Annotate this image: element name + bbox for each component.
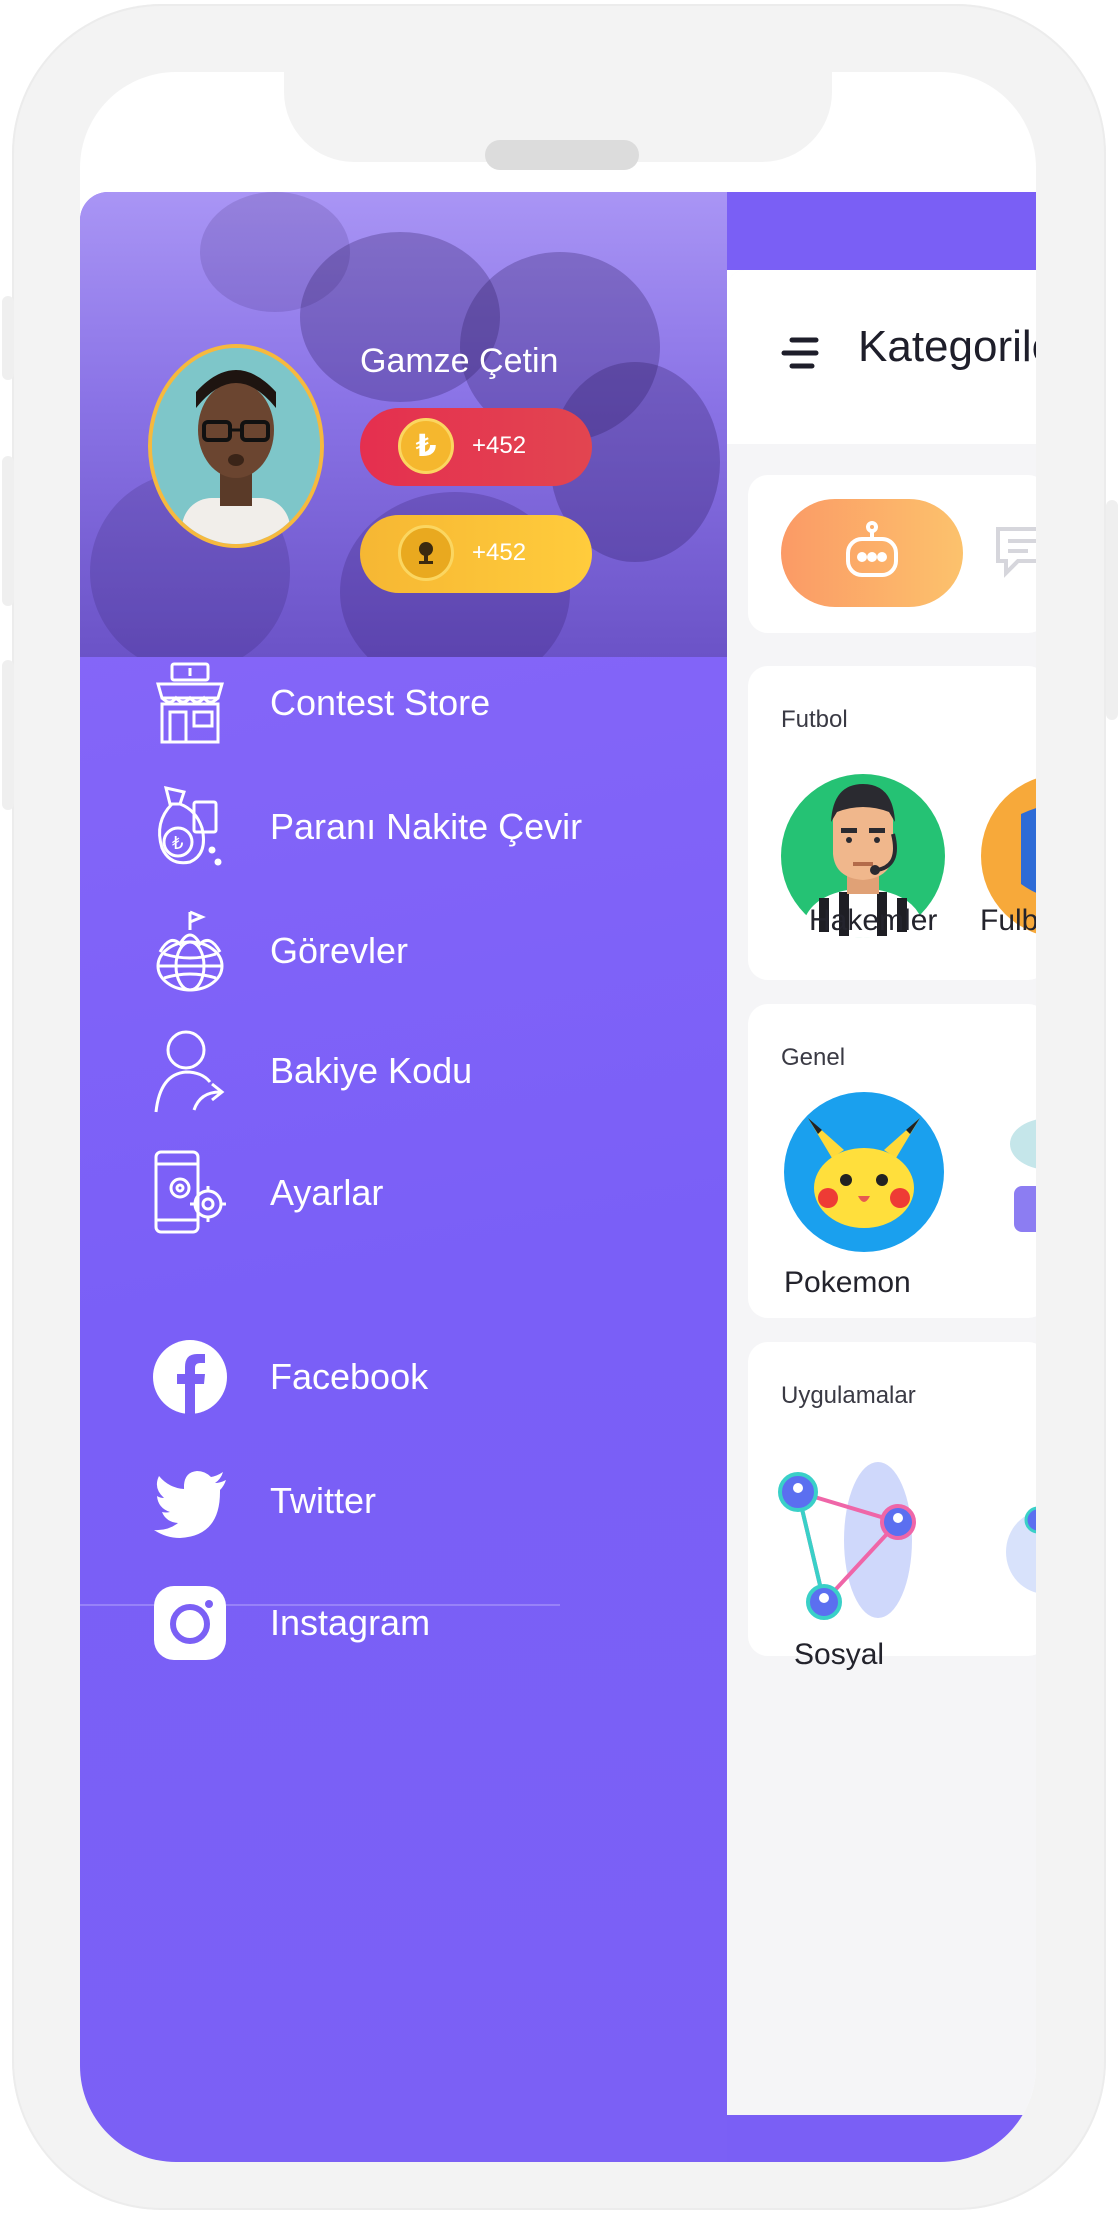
user-share-icon xyxy=(150,1026,230,1116)
menu-toggle-icon[interactable] xyxy=(778,328,828,378)
coin-balance-value: +452 xyxy=(472,432,527,459)
filter-chip-bot[interactable] xyxy=(781,499,963,607)
phone-screen: Gamze Çetin ₺ +452 +452 Contest Store ₺ … xyxy=(80,72,1036,2162)
top-bar: Kategorile xyxy=(727,270,1036,444)
social-item-instagram[interactable]: Instagram xyxy=(150,1578,430,1668)
social-item-facebook[interactable]: Facebook xyxy=(150,1332,428,1422)
phone-settings-icon xyxy=(150,1148,230,1238)
speaker xyxy=(485,140,639,170)
social-item-twitter[interactable]: Twitter xyxy=(150,1456,376,1546)
app-icon[interactable] xyxy=(998,1482,1036,1602)
robot-character-icon[interactable] xyxy=(1000,1114,1036,1234)
category-section-uygulamalar: Uygulamalar Sosyal xyxy=(748,1342,1036,1671)
menu-label: Görevler xyxy=(270,930,409,971)
phone-side-button xyxy=(2,296,14,380)
category-label: Pokemon xyxy=(784,1266,911,1299)
pokemon-icon[interactable] xyxy=(784,1092,944,1252)
main-header-band xyxy=(727,192,1036,270)
menu-label: Contest Store xyxy=(270,682,491,723)
phone-power-button xyxy=(1106,500,1118,720)
category-label: Sosyal xyxy=(794,1638,885,1671)
menu-item-cash-out[interactable]: ₺ Paranı Nakite Çevir xyxy=(150,782,582,872)
lira-coin-icon: ₺ xyxy=(398,418,454,474)
twitter-icon xyxy=(150,1456,230,1546)
avatar[interactable] xyxy=(148,344,324,548)
category-label: Hakemler xyxy=(809,904,938,937)
filter-chip-bar xyxy=(748,475,1036,633)
social-network-icon[interactable] xyxy=(778,1460,928,1630)
drawer-header: Gamze Çetin ₺ +452 +452 xyxy=(80,192,727,657)
coin-balance-pill[interactable]: ₺ +452 xyxy=(360,408,592,486)
menu-item-settings[interactable]: Ayarlar xyxy=(150,1148,383,1238)
phone-side-button xyxy=(2,456,14,606)
instagram-icon xyxy=(150,1578,230,1668)
menu-label: Bakiye Kodu xyxy=(270,1050,473,1091)
robot-icon xyxy=(840,521,904,585)
money-bag-icon: ₺ xyxy=(150,782,230,872)
section-title: Futbol xyxy=(781,706,848,733)
page-title: Kategorile xyxy=(858,322,1036,371)
user-name: Gamze Çetin xyxy=(360,342,559,380)
globe-flag-icon xyxy=(150,906,230,996)
trophy-coin-icon xyxy=(398,525,454,581)
main-content: Kategorile xyxy=(727,270,1036,2115)
menu-item-contest-store[interactable]: Contest Store xyxy=(150,658,490,748)
store-icon xyxy=(150,658,230,748)
menu-label: Facebook xyxy=(270,1356,429,1397)
navigation-drawer: Gamze Çetin ₺ +452 +452 Contest Store ₺ … xyxy=(80,192,727,2162)
token-balance-pill[interactable]: +452 xyxy=(360,515,592,593)
category-label: Fulbo xyxy=(980,904,1036,937)
token-balance-value: +452 xyxy=(472,539,527,566)
section-title: Genel xyxy=(781,1044,846,1071)
menu-label: Paranı Nakite Çevir xyxy=(270,806,583,847)
category-section-futbol: Futbol Hakemler Fulb xyxy=(748,666,1036,980)
main-footer-band xyxy=(727,2115,1036,2162)
menu-label: Ayarlar xyxy=(270,1172,384,1213)
menu-item-balance-code[interactable]: Bakiye Kodu xyxy=(150,1026,472,1116)
chat-icon[interactable] xyxy=(992,523,1036,583)
menu-label: Twitter xyxy=(270,1480,377,1521)
svg-text:₺: ₺ xyxy=(172,833,183,854)
app-view: Gamze Çetin ₺ +452 +452 Contest Store ₺ … xyxy=(80,192,1036,2162)
facebook-icon xyxy=(150,1332,230,1422)
menu-label: Instagram xyxy=(270,1602,431,1643)
section-title: Uygulamalar xyxy=(781,1382,916,1409)
menu-item-tasks[interactable]: Görevler xyxy=(150,906,408,996)
phone-side-button xyxy=(2,660,14,810)
category-section-genel: Genel Pokemon xyxy=(748,1004,1036,1318)
